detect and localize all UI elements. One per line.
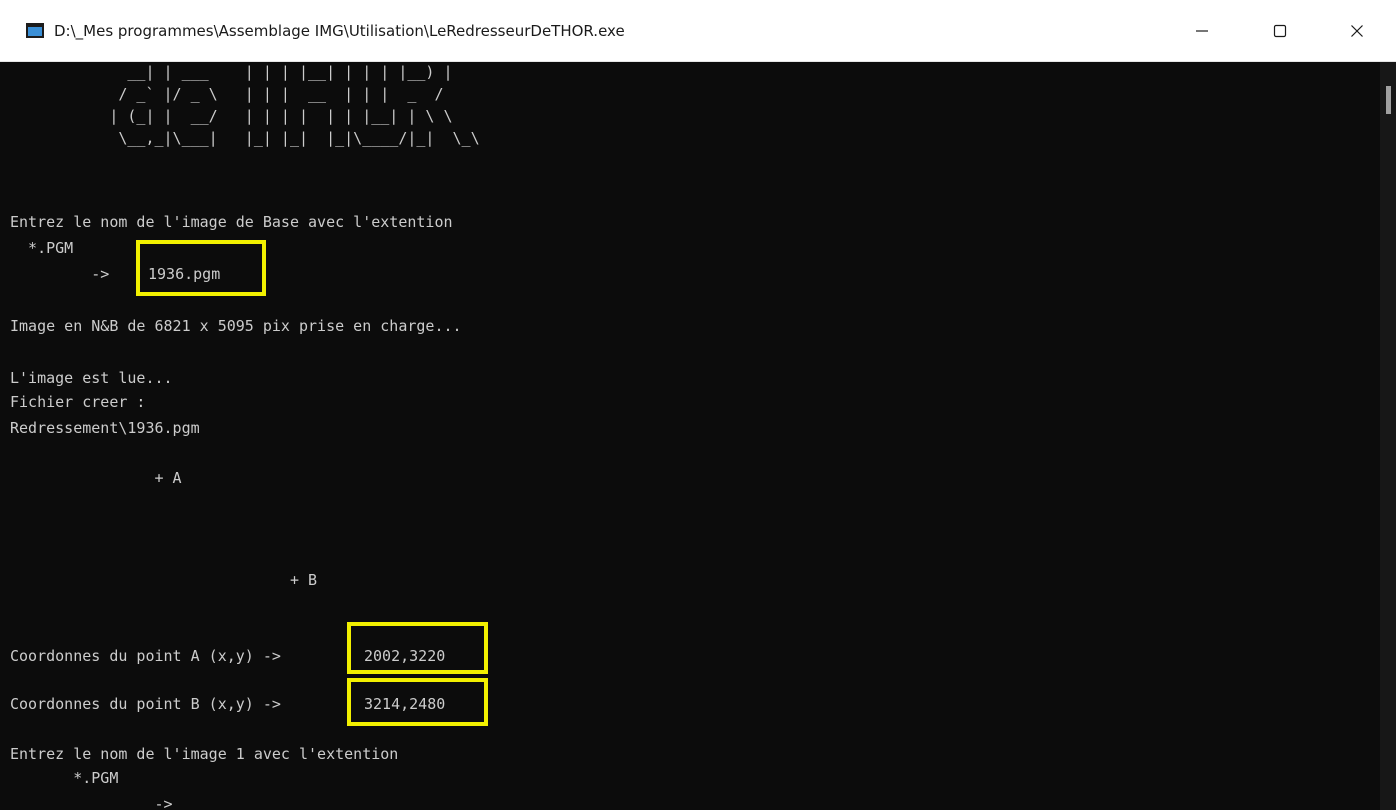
- file-created-line: Fichier creer :: [10, 393, 146, 411]
- prompt-image-1: Entrez le nom de l'image 1 avec l'extent…: [10, 745, 399, 763]
- extension-hint-1: *.PGM: [10, 769, 119, 787]
- highlight-box-coord-b: [347, 678, 488, 726]
- highlight-box-filename: [136, 240, 266, 296]
- ascii-banner-line-3: | (_| | __/ | | | | | | |__| | \ \: [10, 107, 453, 125]
- ascii-banner-line-1: __| | ___ | | | |__| | | | |__) |: [10, 63, 453, 81]
- point-a-marker: + A: [10, 469, 182, 487]
- coord-b-label: Coordonnes du point B (x,y) ->: [10, 695, 290, 713]
- minimize-button[interactable]: [1163, 0, 1241, 62]
- ascii-banner-line-2: / _` |/ _ \ | | | __ | | | _ /: [10, 85, 444, 103]
- window-title: D:\_Mes programmes\Assemblage IMG\Utilis…: [54, 22, 625, 40]
- console-app-icon: [26, 23, 44, 38]
- title-bar[interactable]: D:\_Mes programmes\Assemblage IMG\Utilis…: [0, 0, 1396, 62]
- console-window: D:\_Mes programmes\Assemblage IMG\Utilis…: [0, 0, 1396, 810]
- vertical-scrollbar[interactable]: [1380, 62, 1396, 810]
- close-button[interactable]: [1318, 0, 1396, 62]
- image-read-line: L'image est lue...: [10, 369, 173, 387]
- highlight-box-coord-a: [347, 622, 488, 674]
- file-created-path: Redressement\1936.pgm: [10, 419, 200, 437]
- close-icon: [1351, 25, 1363, 37]
- console-output[interactable]: __| | ___ | | | |__| | | | |__) | / _` |…: [0, 62, 1380, 810]
- ascii-banner-line-4: \__,_|\___| |_| |_| |_|\____/|_| \_\: [10, 129, 480, 147]
- minimize-icon: [1196, 30, 1208, 32]
- prompt-base-image: Entrez le nom de l'image de Base avec l'…: [10, 213, 453, 231]
- scrollbar-thumb[interactable]: [1386, 86, 1391, 114]
- maximize-icon: [1273, 24, 1287, 38]
- point-b-marker: + B: [10, 571, 318, 589]
- input-arrow-image-1[interactable]: ->: [10, 792, 172, 810]
- input-arrow-base: ->: [10, 265, 119, 283]
- maximize-button[interactable]: [1241, 0, 1319, 62]
- extension-hint-base: *.PGM: [10, 239, 74, 257]
- coord-a-label: Coordonnes du point A (x,y) ->: [10, 647, 290, 665]
- image-info-line: Image en N&B de 6821 x 5095 pix prise en…: [10, 317, 462, 335]
